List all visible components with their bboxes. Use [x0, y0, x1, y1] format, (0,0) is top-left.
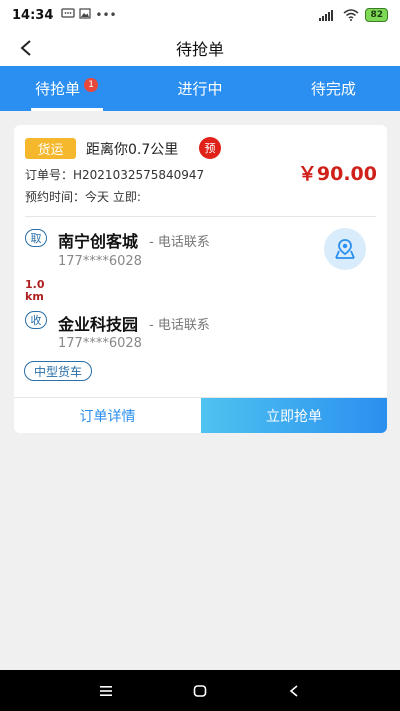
dropoff-phone: 177****6028 [58, 336, 142, 351]
divider [25, 216, 376, 217]
back-button[interactable] [14, 36, 38, 60]
system-back-button[interactable] [283, 680, 305, 702]
status-time: 14:34 [12, 7, 54, 23]
dropoff-tag: 收 [25, 311, 47, 329]
order-price: ￥90.00 [297, 163, 377, 185]
map-pin-icon [335, 239, 355, 259]
count-badge: 1 [84, 77, 99, 92]
dropoff-name: 金业科技园 [58, 315, 139, 334]
page-title: 待抢单 [175, 40, 224, 59]
distance-text: 距离你0.7公里 [86, 142, 179, 158]
map-navigation-button[interactable] [324, 228, 366, 270]
route-distance-unit: km [25, 290, 44, 303]
header-bar: 待抢单 [0, 30, 400, 66]
wifi-icon [343, 9, 359, 21]
tab-pending[interactable]: 待抢单 1 [0, 66, 133, 111]
notification-icons: ••• [61, 8, 117, 22]
dropoff-contact-link[interactable]: - 电话联系 [149, 314, 210, 333]
tab-label: 进行中 [177, 80, 223, 98]
message-icon [61, 8, 76, 18]
battery-icon: 82 [365, 8, 388, 22]
menu-icon [100, 685, 112, 696]
card-actions: 订单详情 立即抢单 [14, 397, 387, 433]
image-icon [79, 8, 91, 19]
back-icon [289, 684, 298, 697]
grab-order-button[interactable]: 立即抢单 [201, 398, 387, 433]
reservation-badge: 预 [199, 137, 221, 159]
tab-bar: 待抢单 1 进行中 待完成 [0, 66, 400, 111]
route-distance: 1.0 km [25, 279, 45, 303]
more-icon: ••• [95, 8, 117, 22]
order-detail-button[interactable]: 订单详情 [14, 398, 201, 433]
appointment-time: 预约时间：今天 立即: [25, 190, 141, 204]
signal-icon [319, 9, 334, 21]
home-icon [193, 684, 207, 697]
status-bar: 14:34 ••• 82 [0, 0, 400, 30]
order-number: 订单号：H2021032575840947 [25, 168, 205, 182]
tab-in-progress[interactable]: 进行中 [133, 66, 266, 111]
pickup-phone: 177****6028 [58, 254, 142, 269]
pickup-tag: 取 [25, 229, 47, 247]
tab-label: 待完成 [310, 80, 356, 98]
system-nav-bar [0, 670, 400, 711]
active-tab-indicator [30, 108, 103, 111]
chevron-left-icon [20, 40, 31, 56]
pickup-name: 南宁创客城 [58, 232, 139, 251]
home-button[interactable] [189, 680, 211, 702]
order-card[interactable]: 货运 距离你0.7公里 预 订单号：H2021032575840947 预约时间… [14, 125, 387, 433]
tab-to-complete[interactable]: 待完成 [267, 66, 400, 111]
order-type-tag: 货运 [25, 138, 76, 159]
tab-label: 待抢单 [35, 80, 81, 98]
vehicle-type-tag: 中型货车 [24, 361, 93, 381]
pickup-contact-link[interactable]: - 电话联系 [149, 231, 210, 250]
menu-button[interactable] [95, 680, 117, 702]
